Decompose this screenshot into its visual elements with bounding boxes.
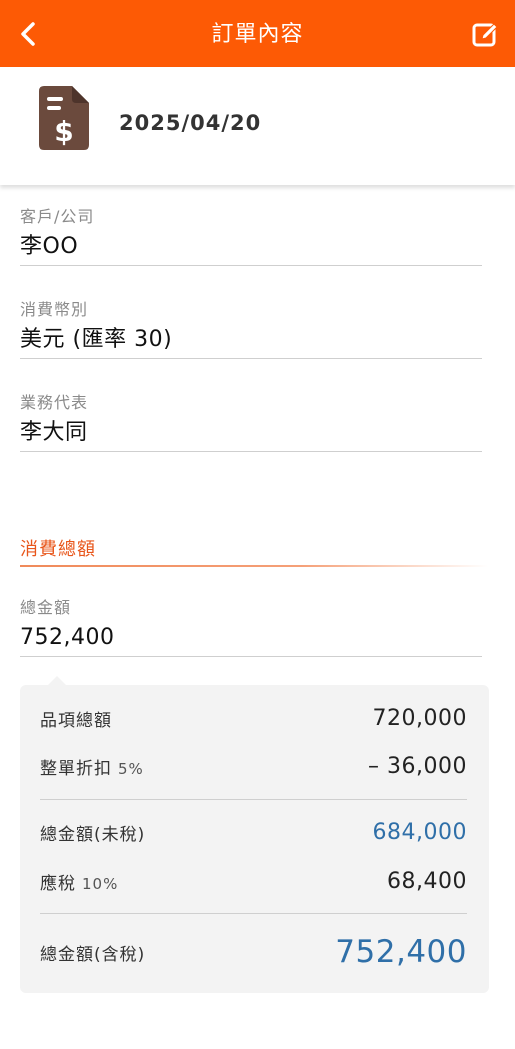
discount-percent: 5% bbox=[118, 759, 144, 778]
svg-text:$: $ bbox=[54, 115, 73, 148]
amount-breakdown-panel: 品項總額 720,000 整單折扣 5% – 36,000 總金額(未稅) 684… bbox=[20, 685, 489, 993]
customer-field[interactable]: 客戶/公司 李OO bbox=[20, 205, 482, 266]
total-section-title: 消費總額 bbox=[20, 539, 96, 560]
grand-total-value: 752,400 bbox=[335, 934, 467, 970]
items-total-row: 品項總額 720,000 bbox=[40, 703, 467, 733]
items-total-value: 720,000 bbox=[372, 705, 467, 731]
invoice-dollar-icon: $ bbox=[39, 86, 89, 150]
currency-field[interactable]: 消費幣別 美元 (匯率 30) bbox=[20, 298, 482, 359]
breakdown-divider bbox=[40, 913, 467, 914]
edit-button[interactable] bbox=[467, 16, 505, 54]
breakdown-divider bbox=[40, 799, 467, 800]
sales-rep-field[interactable]: 業務代表 李大同 bbox=[20, 391, 482, 452]
sales-rep-label: 業務代表 bbox=[20, 393, 89, 412]
grand-total-row: 總金額(含稅) 752,400 bbox=[40, 932, 467, 972]
tax-row: 應稅 10% 68,400 bbox=[40, 866, 467, 896]
sales-rep-value: 李大同 bbox=[20, 420, 88, 445]
order-date: 2025/04/20 bbox=[119, 111, 262, 135]
total-amount-field[interactable]: 總金額 752,400 bbox=[20, 596, 482, 657]
discount-label: 整單折扣 bbox=[40, 758, 112, 779]
top-app-bar: 訂單內容 bbox=[0, 0, 515, 67]
tax-value: 68,400 bbox=[387, 868, 467, 894]
grand-total-label: 總金額(含稅) bbox=[40, 944, 146, 965]
edit-icon bbox=[472, 23, 498, 47]
currency-value: 美元 (匯率 30) bbox=[20, 327, 173, 352]
tax-percent: 10% bbox=[82, 874, 119, 893]
back-button[interactable] bbox=[8, 14, 48, 54]
subtotal-row: 總金額(未稅) 684,000 bbox=[40, 817, 467, 847]
customer-label: 客戶/公司 bbox=[20, 207, 95, 226]
subtotal-value: 684,000 bbox=[372, 819, 467, 845]
subtotal-label: 總金額(未稅) bbox=[40, 824, 146, 845]
total-amount-label: 總金額 bbox=[20, 598, 72, 617]
currency-label: 消費幣別 bbox=[20, 300, 89, 319]
section-divider bbox=[20, 565, 488, 567]
order-header-card: $ 2025/04/20 bbox=[0, 67, 515, 185]
customer-value: 李OO bbox=[20, 234, 79, 259]
total-amount-value: 752,400 bbox=[20, 625, 115, 650]
page-title: 訂單內容 bbox=[211, 22, 304, 47]
tax-label: 應稅 bbox=[40, 873, 76, 894]
chevron-left-icon bbox=[21, 22, 35, 46]
discount-value: – 36,000 bbox=[368, 753, 467, 779]
items-total-label: 品項總額 bbox=[40, 710, 112, 731]
discount-row: 整單折扣 5% – 36,000 bbox=[40, 751, 467, 781]
